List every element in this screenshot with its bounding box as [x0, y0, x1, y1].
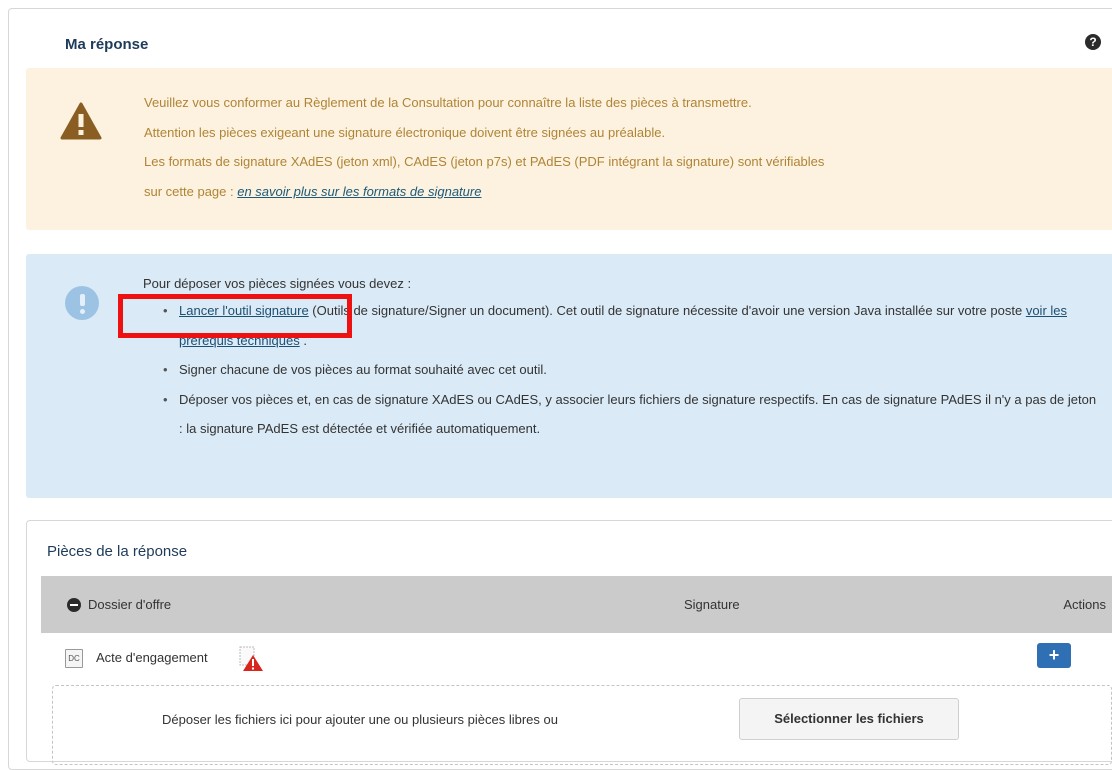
column-dossier: Dossier d'offre [88, 597, 172, 612]
pieces-title: Pièces de la réponse [47, 543, 188, 560]
highlight-annotation [118, 294, 352, 338]
document-icon: DC [65, 649, 83, 668]
list-item: Déposer vos pièces et, en cas de signatu… [163, 385, 1103, 444]
row-label: Acte d'engagement [96, 650, 208, 665]
list-item-text: (Outils de signature/Signer un document)… [308, 303, 1026, 318]
unsigned-warning-icon [239, 646, 263, 671]
exclamation-circle-icon [65, 286, 99, 320]
info-box: Pour déposer vos pièces signées vous dev… [26, 254, 1112, 498]
dropzone-text: Déposer les fichiers ici pour ajouter un… [162, 712, 558, 727]
dropzone[interactable]: Déposer les fichiers ici pour ajouter un… [52, 685, 1112, 765]
column-signature: Signature [684, 597, 740, 612]
add-piece-button[interactable]: + [1037, 643, 1071, 668]
warning-text: Veuillez vous conformer au Règlement de … [144, 88, 1104, 206]
page-title: Ma réponse [65, 36, 149, 53]
warning-line: Les formats de signature XAdES (jeton xm… [144, 154, 825, 169]
help-icon[interactable]: ? [1085, 34, 1101, 50]
column-actions: Actions [1063, 597, 1106, 612]
warning-line: Attention les pièces exigeant une signat… [144, 124, 666, 140]
warning-line: sur cette page : en savoir plus sur les … [144, 177, 1104, 207]
signature-formats-link[interactable]: en savoir plus sur les formats de signat… [237, 184, 481, 199]
table-row: DC Acte d'engagement + [41, 633, 1112, 683]
table-header: Dossier d'offre Signature Actions [41, 576, 1112, 633]
warning-line-prefix: sur cette page : [144, 183, 238, 199]
warning-box: Veuillez vous conformer au Règlement de … [26, 68, 1112, 230]
info-intro: Pour déposer vos pièces signées vous dev… [143, 276, 412, 291]
warning-line: Veuillez vous conformer au Règlement de … [144, 95, 752, 110]
list-item: Signer chacune de vos pièces au format s… [163, 355, 1103, 385]
warning-triangle-icon [60, 102, 102, 140]
select-files-button[interactable]: Sélectionner les fichiers [739, 698, 959, 740]
